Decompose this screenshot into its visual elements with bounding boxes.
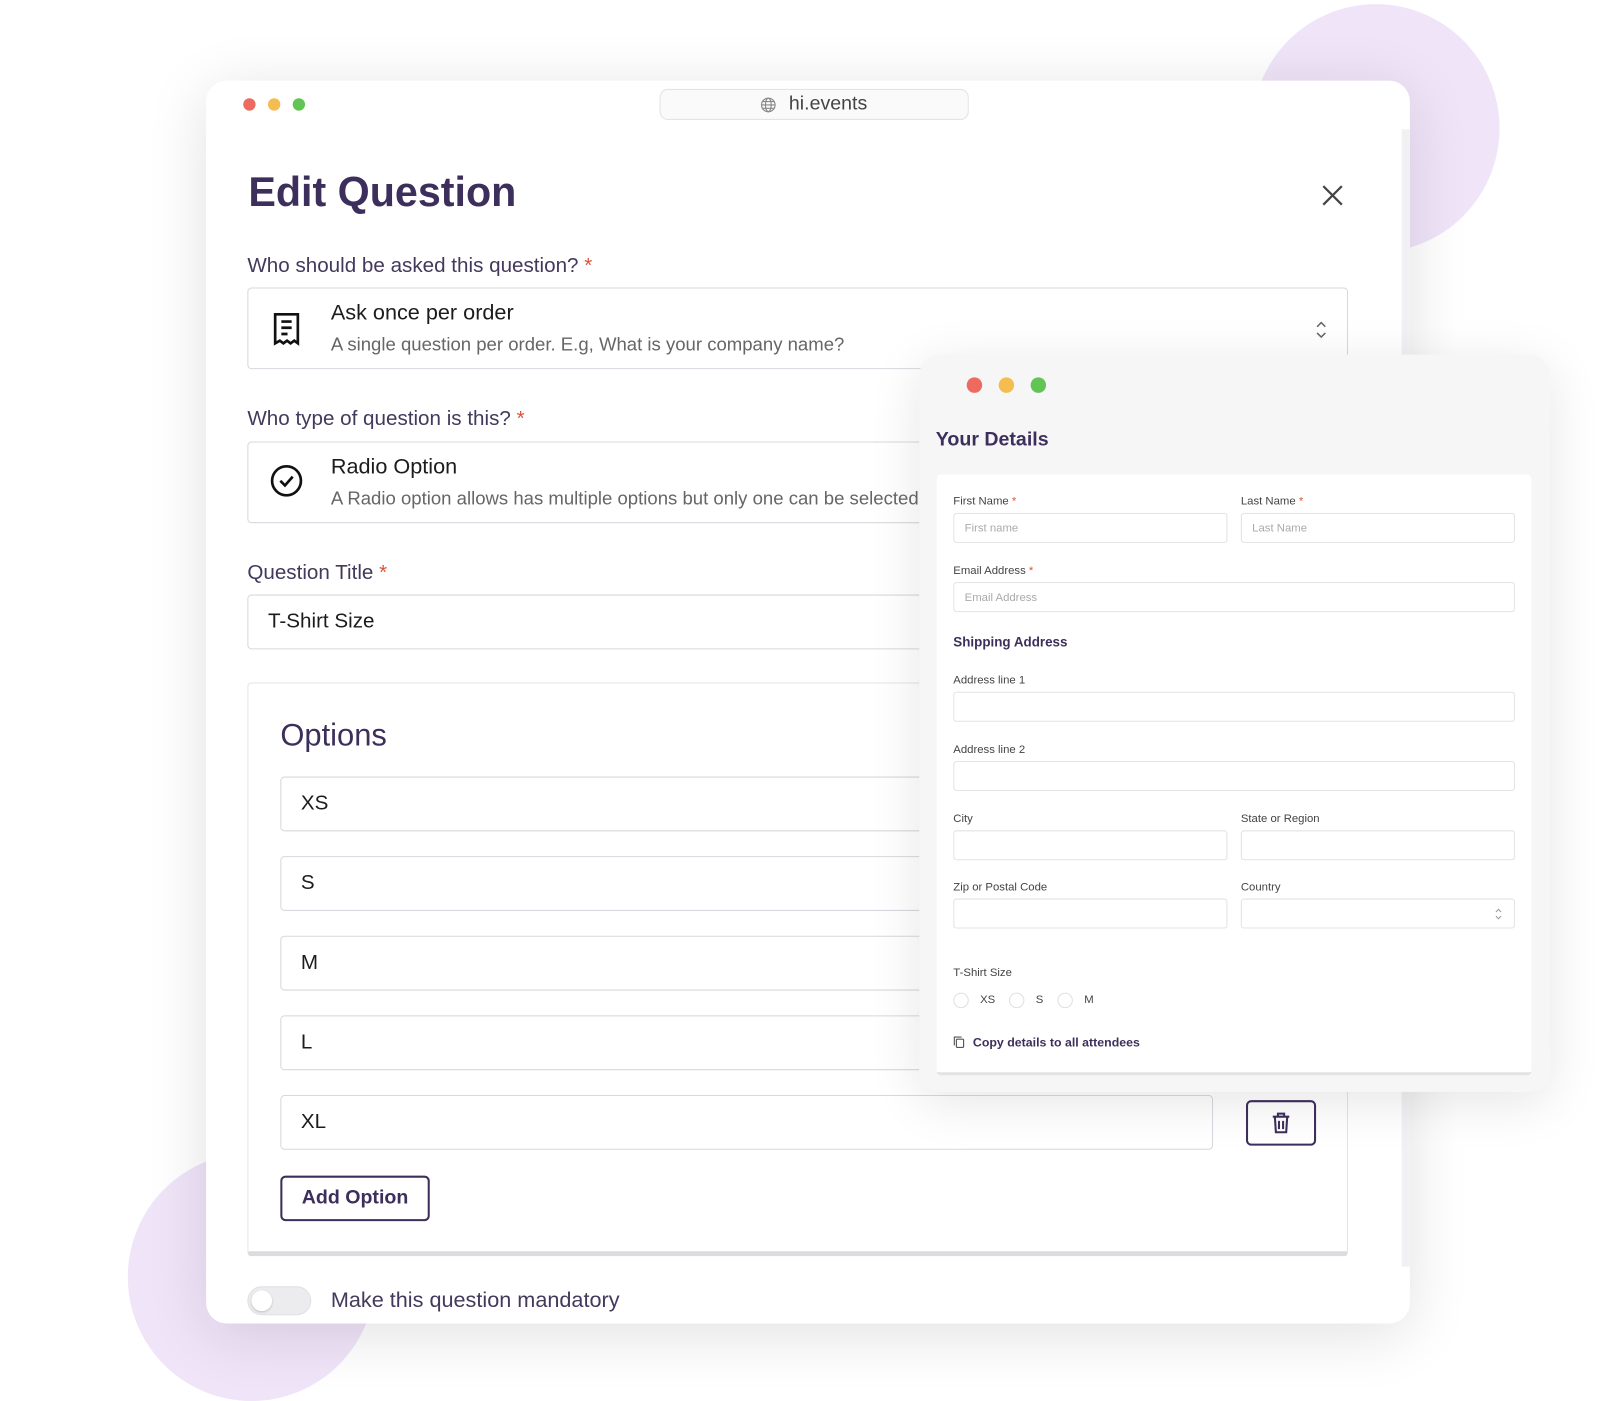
globe-icon [761,97,777,112]
window-close-dot[interactable] [966,377,983,393]
audience-label: Who should be asked this question? * [247,254,593,278]
delete-option-button[interactable] [1245,1100,1317,1146]
window-maximize-dot[interactable] [1030,377,1047,393]
receipt-icon [273,312,300,346]
mandatory-label: Make this question mandatory [330,1288,620,1313]
first-name-input[interactable]: First name [953,512,1228,543]
first-name-label: First Name * [953,495,1017,508]
page-title: Edit Question [248,169,517,216]
last-name-input[interactable]: Last Name [1240,512,1515,543]
country-select[interactable] [1240,898,1515,929]
copy-icon [953,1036,965,1049]
tshirt-radio[interactable] [1008,992,1025,1009]
window-minimize-dot[interactable] [267,98,281,111]
details-form: First Name * First name Last Name * Last… [936,474,1532,1076]
options-heading: Options [280,718,387,753]
city-label: City [953,812,973,826]
add-option-button[interactable]: Add Option [280,1175,430,1222]
copy-details-link[interactable]: Copy details to all attendees [953,1035,1140,1050]
address2-label: Address line 2 [953,743,1026,756]
toggle-knob [251,1290,273,1312]
address2-input[interactable] [953,761,1515,792]
chevron-updown-icon [1316,321,1326,339]
address1-label: Address line 1 [953,674,1026,687]
tshirt-radio-label: M [1084,993,1094,1007]
trash-icon [1272,1112,1290,1134]
tshirt-radio-label: S [1035,993,1044,1007]
option-input[interactable]: XL [280,1095,1214,1150]
your-details-title: Your Details [935,429,1049,451]
country-label: Country [1240,880,1281,894]
last-name-label: Last Name * [1240,495,1304,508]
city-input[interactable] [953,830,1228,861]
tshirt-label: T-Shirt Size [953,966,1012,980]
preview-window: Your Details First Name * First name Las… [919,354,1551,1092]
address1-input[interactable] [953,691,1515,722]
window-close-dot[interactable] [243,98,256,111]
url-text: hi.events [788,93,868,115]
mandatory-toggle[interactable] [247,1286,312,1316]
chevron-updown-icon [1495,908,1502,920]
window-minimize-dot[interactable] [998,377,1015,393]
tshirt-radio[interactable] [953,992,969,1009]
type-label: Who type of question is this? * [247,407,525,431]
address-bar[interactable]: hi.events [659,88,969,120]
state-input[interactable] [1240,830,1515,861]
tshirt-radio[interactable] [1057,992,1073,1009]
state-label: State or Region [1240,812,1320,826]
question-title-label: Question Title * [247,561,388,585]
shipping-heading: Shipping Address [953,633,1068,650]
zip-input[interactable] [953,898,1228,929]
check-circle-icon [270,464,303,497]
close-icon[interactable] [1319,182,1346,209]
window-maximize-dot[interactable] [292,98,306,111]
email-input[interactable]: Email Address [953,582,1515,613]
zip-label: Zip or Postal Code [953,880,1048,894]
email-label: Email Address * [953,564,1034,577]
tshirt-radio-label: XS [980,993,996,1007]
